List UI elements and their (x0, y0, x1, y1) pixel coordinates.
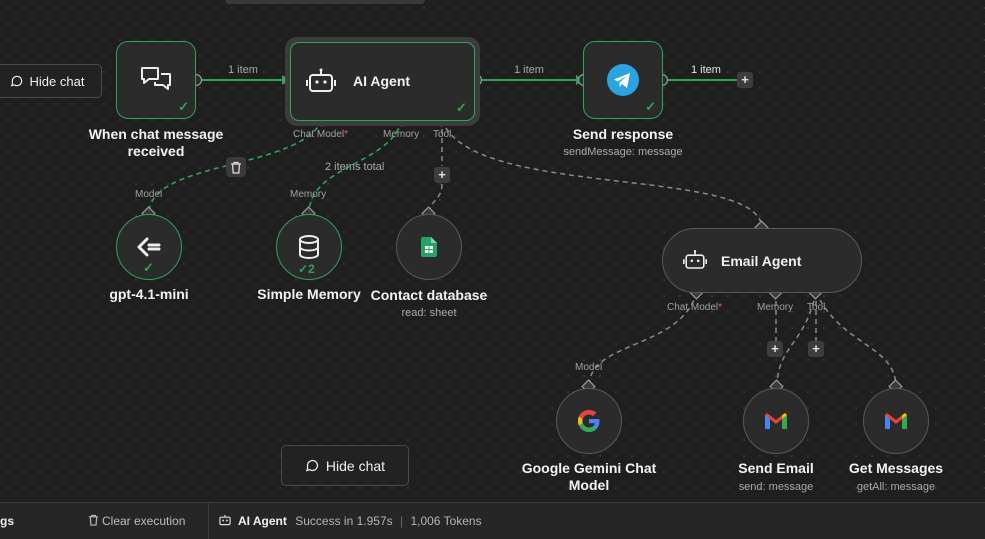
node-ai-agent-title: AI Agent (353, 73, 411, 89)
node-sub-send-email: send: message (738, 481, 814, 493)
robot-icon (683, 250, 707, 269)
add-tool-button[interactable]: + (434, 167, 450, 183)
node-send-response[interactable]: ✓ (583, 41, 663, 119)
hide-chat-button-bottom[interactable]: Hide chat (281, 445, 409, 486)
add-email-tool-button[interactable]: + (808, 341, 824, 357)
node-google-gemini[interactable] (556, 388, 622, 454)
node-contact-database[interactable] (396, 214, 462, 280)
node-label-gemini: Google Gemini Chat Model (521, 460, 657, 493)
edge-label-send-out: 1 item (691, 64, 721, 76)
openai-icon (137, 237, 161, 257)
node-email-agent-title: Email Agent (721, 253, 802, 269)
telegram-icon (607, 64, 639, 96)
clear-execution-button[interactable]: Clear execution (88, 503, 185, 539)
trash-icon (231, 161, 241, 174)
chat-icon (10, 75, 22, 87)
edge-label-agent-send: 1 item (514, 64, 544, 76)
robot-icon (306, 68, 336, 92)
node-sub-get-messages: getAll: message (856, 481, 936, 493)
google-sheets-icon (421, 237, 437, 257)
log-entry-ai-agent[interactable]: AI Agent Success in 1.957s | 1,006 Token… (218, 503, 482, 539)
top-toolbar-fragment (225, 0, 425, 4)
node-label-get-messages: Get Messages (848, 460, 944, 476)
gmail-icon (765, 413, 787, 429)
delete-connection-button[interactable] (226, 157, 246, 177)
port-label-memory: Memory (383, 129, 420, 140)
node-label-send-response: Send response (572, 126, 674, 142)
node-sub-contact-database: read: sheet (401, 307, 457, 319)
edge-label-trigger-agent: 1 item (228, 64, 258, 76)
node-label-chat-trigger: When chat message received (88, 126, 224, 159)
log-node-name: AI Agent (238, 514, 287, 528)
success-check-icon: ✓ (143, 260, 154, 275)
node-gpt-model[interactable]: ✓ (116, 214, 182, 280)
edge-email-getmessages (815, 291, 897, 387)
add-node-after-send-button[interactable]: + (737, 72, 753, 88)
success-check-icon: ✓ (645, 99, 656, 114)
hide-chat-label: Hide chat (29, 73, 85, 89)
node-sub-send-response: sendMessage: message (563, 146, 683, 158)
trash-icon (88, 514, 99, 526)
port-label-email-memory: Memory (757, 302, 794, 313)
edge-tool-contact (428, 183, 443, 214)
port-label-chat-model: Chat Model* (293, 129, 349, 140)
port-label-model: Model (135, 189, 163, 200)
node-simple-memory[interactable]: ✓2 (276, 214, 342, 280)
logs-bar: gs Clear execution AI Agent Success in 1… (0, 502, 985, 539)
success-count-badge: ✓2 (298, 262, 315, 276)
workflow-canvas[interactable]: Hide chat ✓ When chat message received 1… (0, 0, 985, 539)
gmail-icon (885, 413, 907, 429)
database-icon (299, 235, 319, 259)
node-chat-trigger[interactable]: ✓ (116, 41, 196, 119)
divider (208, 503, 209, 539)
node-label-send-email: Send Email (738, 460, 814, 476)
port-label-email-chat-model: Chat Model* (667, 302, 723, 313)
node-label-gpt: gpt-4.1-mini (109, 286, 189, 302)
port-label-memory-in: Memory (290, 189, 327, 200)
robot-icon (219, 514, 231, 526)
success-check-icon: ✓ (178, 99, 189, 114)
clear-execution-label: Clear execution (102, 514, 186, 528)
hide-chat-button-top[interactable]: Hide chat (0, 64, 102, 98)
node-label-contact-database: Contact database (370, 287, 488, 303)
google-icon (578, 410, 600, 432)
edge-label-memory-items: 2 items total (325, 161, 385, 173)
log-tokens: 1,006 Tokens (410, 514, 482, 528)
log-status: Success in 1.957s (295, 514, 393, 528)
port-label-gemini-model: Model (575, 362, 603, 373)
add-email-memory-button[interactable]: + (767, 341, 783, 357)
separator: | (399, 514, 404, 528)
node-label-memory: Simple Memory (257, 286, 361, 302)
chat-bubbles-icon (141, 67, 171, 90)
hide-chat-label: Hide chat (325, 457, 386, 474)
success-check-icon: ✓ (456, 100, 467, 115)
node-send-email[interactable] (743, 388, 809, 454)
logs-title-fragment: gs (0, 514, 15, 528)
node-get-messages[interactable] (863, 388, 929, 454)
port-label-email-tool: Tool (807, 302, 826, 313)
port-label-tool: Tool (433, 129, 452, 140)
chat-icon (305, 459, 319, 472)
